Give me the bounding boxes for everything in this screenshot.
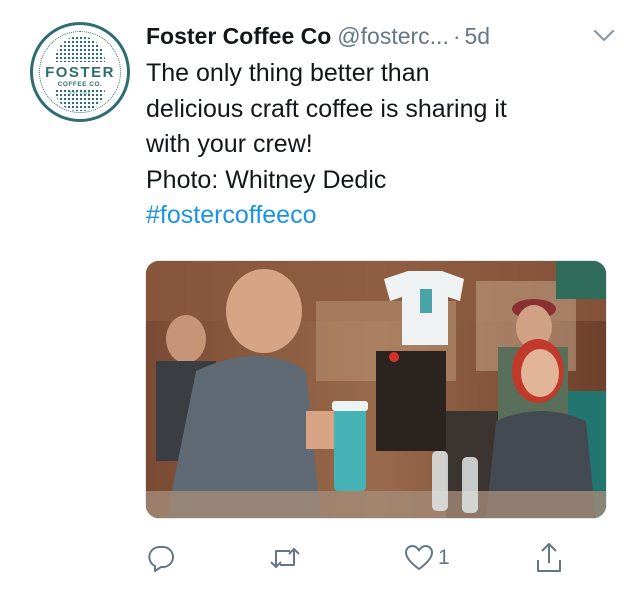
timestamp[interactable]: 5d	[465, 23, 491, 49]
reply-button[interactable]	[146, 540, 180, 576]
reply-icon	[148, 546, 174, 572]
tweet-header: Foster Coffee Co @fosterc... · 5d	[146, 18, 616, 54]
like-count: 1	[438, 546, 450, 569]
tweet-actions: 1	[146, 540, 616, 576]
share-button[interactable]	[534, 540, 568, 576]
tweet-text-line: The only thing better than	[146, 59, 430, 87]
retweet-button[interactable]	[268, 540, 306, 576]
like-icon	[405, 545, 433, 570]
photo-scene	[146, 261, 606, 518]
tweet-text-line: with your crew!	[146, 130, 313, 158]
hashtag-link[interactable]: #fostercoffeeco	[146, 198, 616, 234]
avatar-brand-text: FOSTER	[45, 64, 115, 81]
avatar-sub-text: COFFEE CO.	[57, 81, 103, 88]
share-icon	[537, 543, 561, 572]
tweet-text-line: delicious craft coffee is sharing it	[146, 94, 507, 123]
tweet-photo[interactable]	[145, 260, 607, 519]
avatar[interactable]: FOSTER COFFEE CO. EST 2015	[30, 22, 130, 122]
account-handle[interactable]: @fosterc...	[337, 23, 449, 49]
retweet-icon	[270, 548, 300, 568]
tweet-text: The only thing better than delicious cra…	[146, 56, 616, 234]
tweet-text-line: Photo: Whitney Dedic	[146, 165, 387, 194]
account-name[interactable]: Foster Coffee Co	[146, 23, 331, 49]
chevron-down-icon[interactable]	[592, 28, 616, 44]
separator-dot: ·	[452, 23, 461, 49]
like-button[interactable]: 1	[404, 540, 450, 576]
